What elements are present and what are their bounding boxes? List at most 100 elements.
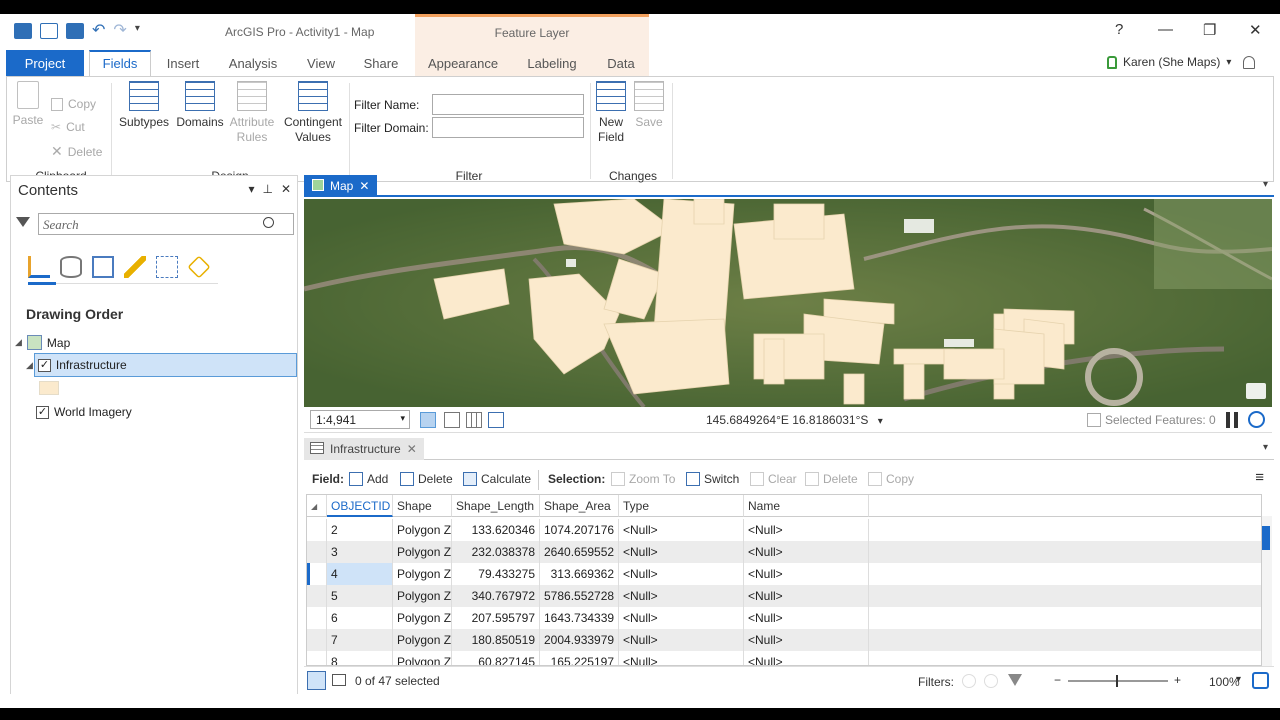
zoom-to-button[interactable]: Zoom To [611,472,675,486]
table-cell[interactable]: Polygon Z [393,541,452,563]
layer-visibility-checkbox[interactable]: ✓ [36,405,49,419]
labeling-icon[interactable] [187,255,211,279]
row-selector[interactable] [307,585,327,607]
drawing-order-icon[interactable] [28,256,50,278]
column-header[interactable]: Shape [393,495,452,517]
redo-icon[interactable]: ↷ [113,23,126,39]
save-project-icon[interactable] [66,23,84,39]
table-cell[interactable]: <Null> [744,607,869,629]
coordinates-readout[interactable]: 145.6849264°E 16.8186031°S ▾ [706,413,883,427]
layer-visibility-checkbox[interactable]: ✓ [37,358,51,372]
contingent-values-button[interactable]: Contingent Values [281,81,345,145]
table-icon[interactable] [466,412,482,428]
notification-bell-icon[interactable] [1243,55,1256,69]
customize-toolbar-icon[interactable]: ▾ [135,23,140,39]
table-cell[interactable]: 60.827145 [452,651,540,665]
navigator-icon[interactable] [488,412,504,428]
symbol-swatch[interactable] [39,381,59,395]
tree-layer-world-imagery[interactable]: ✓ World Imagery [36,405,132,419]
minimize-button[interactable]: — [1158,21,1173,38]
table-cell[interactable]: <Null> [619,519,744,541]
table-cell[interactable]: <Null> [744,629,869,651]
table-cell[interactable]: Polygon Z [393,563,452,585]
table-cell[interactable]: 165.225197 [540,651,619,665]
filter-funnel-icon[interactable] [1008,674,1022,686]
table-cell[interactable]: 180.850519 [452,629,540,651]
table-cell[interactable]: 232.038378 [452,541,540,563]
table-cell[interactable]: 2640.659552 [540,541,619,563]
table-cell[interactable]: 2 [327,519,393,541]
filter-domain-input[interactable] [432,117,584,138]
column-header[interactable]: Name [744,495,869,517]
zoom-slider-handle[interactable] [1116,675,1118,687]
tab-analysis[interactable]: Analysis [224,50,282,76]
close-pane-icon[interactable]: ✕ [281,182,291,196]
user-account[interactable]: Karen (She Maps) ▾ [1107,55,1256,69]
table-cell[interactable]: 3 [327,541,393,563]
pane-menu-icon[interactable]: ▾ [248,182,254,196]
table-cell[interactable]: <Null> [744,585,869,607]
delete-button[interactable]: ✕ Delete [51,143,102,160]
show-all-records-icon[interactable] [307,671,326,690]
table-menu-icon[interactable]: ≡ [1255,470,1264,485]
user-dropdown-icon[interactable]: ▾ [1226,57,1231,68]
attribute-rules-button[interactable]: Attribute Rules [227,81,277,145]
row-selector[interactable] [307,651,327,665]
table-row[interactable]: 2 Polygon Z 133.620346 1074.207176 <Null> <Nu… [307,519,1261,541]
table-cell[interactable]: 133.620346 [452,519,540,541]
grid-icon[interactable] [444,412,460,428]
clear-selection-button[interactable]: Clear [750,472,797,486]
selected-features-count[interactable]: Selected Features: 0 [1105,413,1216,427]
chevron-down-icon[interactable]: ▾ [878,416,883,427]
table-cell[interactable]: 6 [327,607,393,629]
table-cell[interactable]: <Null> [619,651,744,665]
zoom-out-button[interactable]: − [1054,673,1061,687]
table-cell[interactable]: <Null> [619,585,744,607]
subtypes-button[interactable]: Subtypes [117,81,171,130]
save-edits-button[interactable]: Save [631,81,667,130]
undo-icon[interactable]: ↶ [92,23,105,39]
column-header[interactable]: Shape_Length [452,495,540,517]
table-cell[interactable]: <Null> [744,519,869,541]
row-selector[interactable] [307,563,327,585]
delete-selection-button[interactable]: Delete [805,472,858,486]
tab-fields[interactable]: Fields [89,50,151,76]
table-cell[interactable]: 8 [327,651,393,665]
table-cell[interactable]: <Null> [744,541,869,563]
search-icon[interactable] [263,217,274,228]
delete-field-button[interactable]: Delete [400,472,453,486]
selection-icon[interactable] [92,256,114,278]
table-cell[interactable]: <Null> [744,563,869,585]
show-selected-records-icon[interactable] [332,674,346,686]
collapse-arrow-icon[interactable]: ◢ [26,360,33,371]
table-cell[interactable]: <Null> [619,541,744,563]
tree-map-node[interactable]: ◢ Map [15,335,70,350]
table-cell[interactable]: Polygon Z [393,585,452,607]
table-row[interactable]: 5 Polygon Z 340.767972 5786.552728 <Null> <Nu… [307,585,1261,607]
tab-view[interactable]: View [299,50,343,76]
add-field-button[interactable]: Add [349,472,388,486]
table-cell[interactable]: 7 [327,629,393,651]
fixed-zoom-icon[interactable] [420,412,436,428]
tab-share[interactable]: Share [358,50,404,76]
tab-overflow-icon[interactable]: ▾ [1263,179,1268,190]
table-cell[interactable]: 5 [327,585,393,607]
data-source-icon[interactable] [60,256,82,278]
table-row[interactable]: 4 Polygon Z 79.433275 313.669362 <Null> <Null… [307,563,1261,585]
close-window-button[interactable]: ✕ [1249,21,1262,39]
table-cell[interactable]: 4 [327,563,393,585]
filter-name-input[interactable] [432,94,584,115]
column-header[interactable]: Type [619,495,744,517]
tab-overflow-icon[interactable]: ▾ [1263,442,1268,453]
table-cell[interactable]: <Null> [619,607,744,629]
filter-funnel-icon[interactable] [16,217,30,227]
table-row[interactable]: 7 Polygon Z 180.850519 2004.933979 <Null> <Nu… [307,629,1261,651]
tab-infrastructure-table[interactable]: Infrastructure ✕ [304,438,424,460]
switch-selection-button[interactable]: Switch [686,472,739,486]
map-scale-select[interactable]: 1:4,941 ▾ [310,410,410,429]
map-canvas[interactable] [304,199,1272,407]
row-selector[interactable] [307,519,327,541]
tree-layer-infrastructure[interactable]: ◢ ✓ Infrastructure [26,358,127,372]
row-selector[interactable] [307,541,327,563]
paste-button[interactable]: Paste [11,81,45,128]
